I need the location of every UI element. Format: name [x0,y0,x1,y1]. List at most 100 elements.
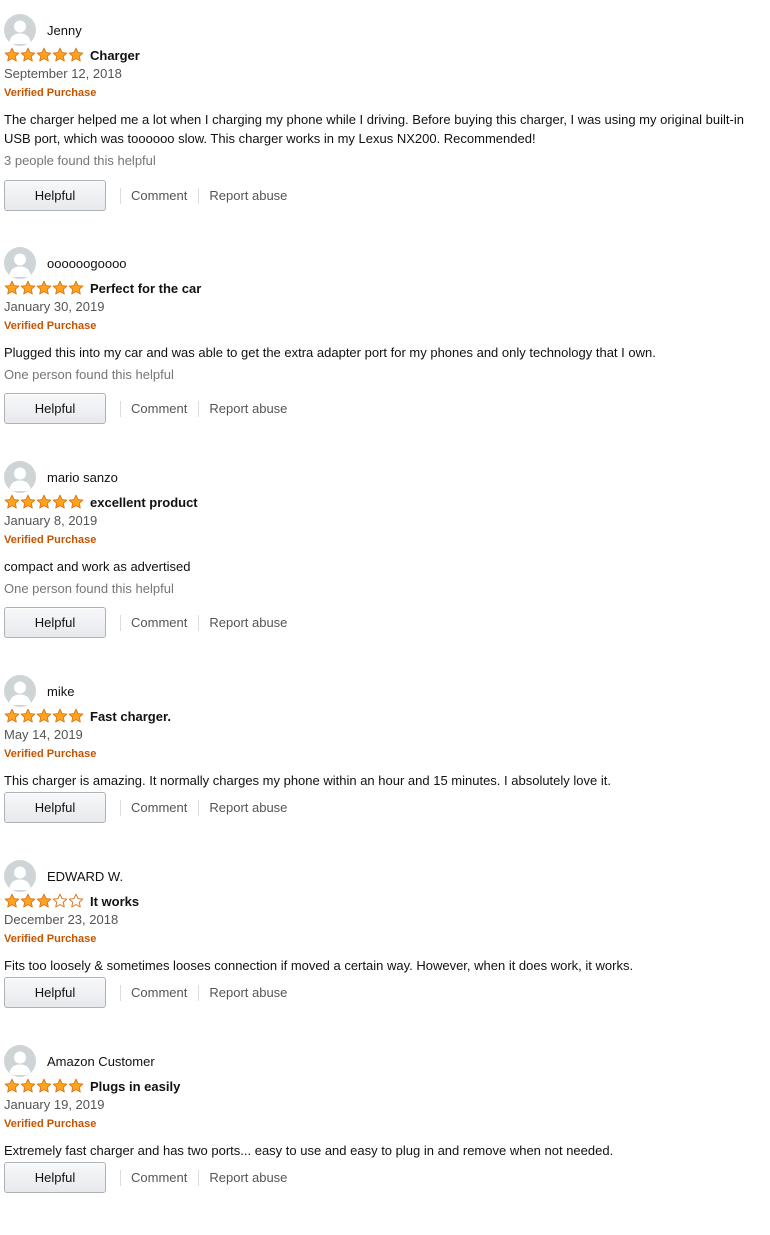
review-actions: Helpful Comment Report abuse [4,1162,287,1193]
review-date: September 12, 2018 [4,66,122,81]
verified-purchase-badge[interactable]: Verified Purchase [4,748,96,760]
user-silhouette-icon [9,253,31,277]
divider [120,187,121,204]
review-date: January 8, 2019 [4,513,98,528]
comment-link[interactable]: Comment [131,188,187,203]
star-rating[interactable] [4,280,84,296]
helpful-button[interactable]: Helpful [4,1162,106,1193]
comment-link[interactable]: Comment [131,615,187,630]
review-date: May 14, 2019 [4,727,83,742]
review-title[interactable]: Plugs in easily [90,1079,180,1094]
verified-purchase-badge[interactable]: Verified Purchase [4,87,96,99]
helpful-count: One person found this helpful [4,367,174,382]
review-body: Plugged this into my car and was able to… [4,345,656,360]
comment-link[interactable]: Comment [131,800,187,815]
star-filled-icon [36,893,52,908]
star-filled-icon [36,47,52,62]
star-filled-icon [52,494,68,509]
divider [120,614,121,631]
helpful-button[interactable]: Helpful [4,977,106,1008]
divider [120,984,121,1001]
verified-purchase-badge[interactable]: Verified Purchase [4,534,96,546]
verified-purchase-badge[interactable]: Verified Purchase [4,320,96,332]
rating-row: Perfect for the car [4,280,201,296]
report-abuse-link[interactable]: Report abuse [209,1170,287,1185]
star-filled-icon [4,47,20,62]
reviewer-name[interactable]: oooooogoooo [47,256,127,271]
star-rating[interactable] [4,893,84,909]
review-body: Extremely fast charger and has two ports… [4,1143,614,1158]
review-actions: Helpful Comment Report abuse [4,393,287,424]
avatar [4,247,36,279]
comment-link[interactable]: Comment [131,1170,187,1185]
review-title[interactable]: Charger [90,48,140,63]
rating-row: Charger [4,47,140,63]
divider [120,400,121,417]
star-rating[interactable] [4,708,84,724]
reviewer-name[interactable]: mario sanzo [47,470,118,485]
avatar [4,461,36,493]
report-abuse-link[interactable]: Report abuse [209,188,287,203]
star-filled-icon [68,47,84,62]
review-actions: Helpful Comment Report abuse [4,792,287,823]
review-item: Amazon Customer Plugs in easily January 19… [4,1045,764,1194]
user-silhouette-icon [9,20,31,44]
star-filled-icon [20,708,36,723]
divider [120,1169,121,1186]
divider [198,799,200,816]
star-filled-icon [20,494,36,509]
rating-row: Plugs in easily [4,1078,180,1094]
star-rating[interactable] [4,494,84,510]
user-silhouette-icon [9,1051,31,1075]
star-filled-icon [68,494,84,509]
helpful-button[interactable]: Helpful [4,792,106,823]
reviewer-profile[interactable]: oooooogoooo [4,247,127,279]
review-body: This charger is amazing. It normally cha… [4,773,611,788]
verified-purchase-badge[interactable]: Verified Purchase [4,1118,96,1130]
review-title[interactable]: Perfect for the car [90,281,201,296]
star-filled-icon [4,280,20,295]
comment-link[interactable]: Comment [131,985,187,1000]
star-filled-icon [52,708,68,723]
review-item: mike Fast charger. May 14, 2019 Verified Pu… [4,675,764,824]
helpful-button[interactable]: Helpful [4,607,106,638]
report-abuse-link[interactable]: Report abuse [209,800,287,815]
review-item: Jenny Charger September 12, 2018 Verified P… [4,14,764,212]
verified-purchase-badge[interactable]: Verified Purchase [4,933,96,945]
reviewer-name[interactable]: Jenny [47,23,82,38]
reviewer-profile[interactable]: Jenny [4,14,82,46]
divider [198,187,200,204]
reviewer-name[interactable]: mike [47,684,74,699]
star-filled-icon [36,1078,52,1093]
star-filled-icon [20,893,36,908]
review-date: December 23, 2018 [4,912,119,927]
reviewer-profile[interactable]: mike [4,675,74,707]
divider [198,1169,200,1186]
user-silhouette-icon [9,866,31,890]
star-rating[interactable] [4,1078,84,1094]
report-abuse-link[interactable]: Report abuse [209,615,287,630]
rating-row: excellent product [4,494,198,510]
avatar [4,14,36,46]
star-rating[interactable] [4,47,84,63]
review-actions: Helpful Comment Report abuse [4,607,287,638]
reviewer-profile[interactable]: EDWARD W. [4,860,123,892]
review-title[interactable]: It works [90,894,139,909]
review-title[interactable]: excellent product [90,495,198,510]
review-date: January 19, 2019 [4,1097,105,1112]
reviewer-profile[interactable]: mario sanzo [4,461,118,493]
review-title[interactable]: Fast charger. [90,709,171,724]
reviewer-name[interactable]: EDWARD W. [47,869,123,884]
reviewer-profile[interactable]: Amazon Customer [4,1045,155,1077]
report-abuse-link[interactable]: Report abuse [209,985,287,1000]
report-abuse-link[interactable]: Report abuse [209,401,287,416]
review-actions: Helpful Comment Report abuse [4,180,287,211]
review-item: mario sanzo excellent product January 8, 2… [4,461,764,639]
divider [198,614,200,631]
star-filled-icon [68,708,84,723]
reviewer-name[interactable]: Amazon Customer [47,1054,155,1069]
comment-link[interactable]: Comment [131,401,187,416]
star-empty-icon [52,893,68,908]
helpful-button[interactable]: Helpful [4,393,106,424]
helpful-button[interactable]: Helpful [4,180,106,211]
